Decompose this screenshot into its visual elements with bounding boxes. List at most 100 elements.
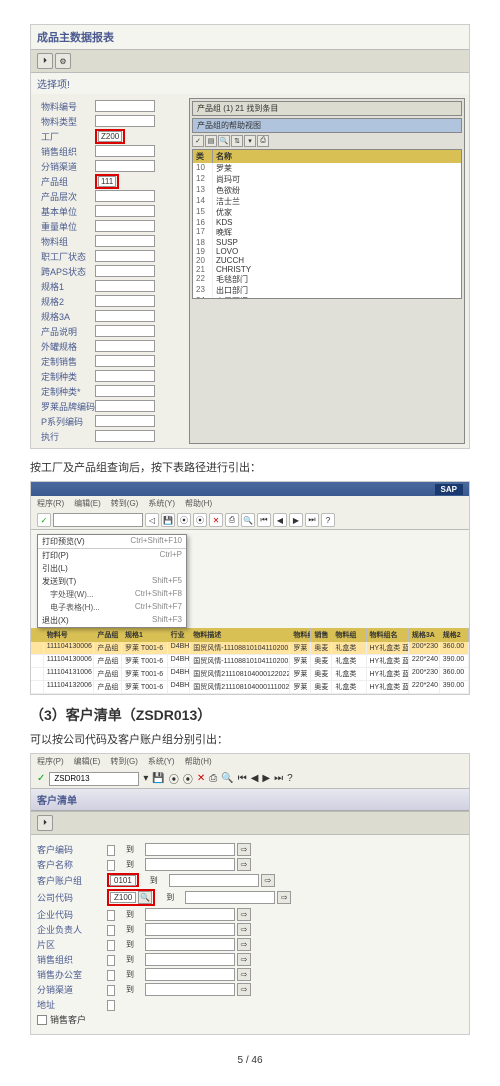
multiple-selection-icon[interactable]: ⇨	[237, 858, 251, 871]
field-input[interactable]	[95, 310, 155, 322]
multiple-selection-icon[interactable]: ⇨	[237, 923, 251, 936]
print-icon[interactable]: ⎙	[225, 513, 239, 527]
field-input[interactable]	[107, 985, 115, 996]
field-input-high[interactable]	[145, 843, 235, 856]
checkbox[interactable]	[37, 1015, 47, 1025]
field-input[interactable]	[107, 955, 115, 966]
field-input[interactable]	[95, 220, 155, 232]
grid-col-header[interactable]: 物料号	[44, 628, 95, 642]
cancel-icon[interactable]: ✕	[209, 513, 223, 527]
grid-row[interactable]: 111104130006产品组罗莱 T001-6D4BH国贸风情-1110881…	[31, 642, 469, 655]
field-input-high[interactable]	[145, 968, 235, 981]
dropdown-icon[interactable]: ▾	[143, 773, 148, 784]
popup-row[interactable]: 21CHRISTY	[193, 265, 461, 274]
grid-col-header[interactable]: 规格3A	[409, 628, 440, 642]
grid-col-header[interactable]: 物料组	[290, 628, 311, 642]
grid-col-header[interactable]: 规格1	[122, 628, 168, 642]
popup-row[interactable]: 20ZUCCH	[193, 256, 461, 265]
grid-col-header[interactable]: 物料组名	[367, 628, 409, 642]
next-icon[interactable]: ▶	[262, 773, 270, 784]
field-input[interactable]	[95, 355, 155, 367]
multiple-selection-icon[interactable]: ⇨	[261, 874, 275, 887]
filter-icon[interactable]: ▤	[205, 135, 217, 147]
field-input[interactable]: 0101	[110, 875, 136, 886]
field-input-high[interactable]	[145, 858, 235, 871]
grid-col-header[interactable]	[31, 628, 44, 642]
field-input[interactable]	[95, 400, 155, 412]
check-icon[interactable]: ✓	[192, 135, 204, 147]
grid-row[interactable]: 111104130006产品组罗莱 T001-6D4BH国贸风情-1110881…	[31, 655, 469, 668]
prev-icon[interactable]: ◀	[273, 513, 287, 527]
field-input[interactable]	[95, 160, 155, 172]
field-input-high[interactable]	[145, 938, 235, 951]
field-input-high[interactable]	[145, 983, 235, 996]
field-input[interactable]	[107, 910, 115, 921]
ok-icon[interactable]: ✓	[37, 773, 45, 784]
field-input[interactable]	[95, 385, 155, 397]
menu-item[interactable]: 系统(Y)	[148, 498, 175, 509]
field-input[interactable]	[107, 970, 115, 981]
field-input[interactable]	[95, 205, 155, 217]
field-input[interactable]	[95, 340, 155, 352]
popup-tab[interactable]: 产品组的帮助视图	[192, 118, 462, 133]
help-icon[interactable]: ?	[287, 773, 293, 784]
last-icon[interactable]: ⏭	[305, 513, 319, 527]
field-input[interactable]	[95, 115, 155, 127]
field-input[interactable]	[107, 845, 115, 856]
field-input-high[interactable]	[169, 874, 259, 887]
menu-dropdown-item[interactable]: 打印预览(V)Ctrl+Shift+F10	[38, 535, 186, 549]
field-input-high[interactable]	[145, 908, 235, 921]
menu-dropdown-item[interactable]: 发送到(T)Shift+F5	[38, 575, 186, 588]
grid-col-header[interactable]: 物料描述	[190, 628, 290, 642]
ok-icon[interactable]: ✓	[37, 513, 51, 527]
field-input[interactable]	[107, 1000, 115, 1011]
field-input[interactable]	[95, 295, 155, 307]
tcode-input[interactable]	[53, 513, 143, 527]
field-input[interactable]	[95, 325, 155, 337]
cancel-icon[interactable]: ✕	[197, 773, 205, 784]
menu-item[interactable]: 编辑(E)	[74, 756, 101, 767]
execute-icon[interactable]: ⏵	[37, 53, 53, 69]
multiple-selection-icon[interactable]: ⇨	[237, 983, 251, 996]
field-input[interactable]	[95, 370, 155, 382]
back-icon[interactable]: ◁	[145, 513, 159, 527]
menu-item[interactable]: 程序(P)	[37, 756, 64, 767]
menu-item[interactable]: 转到(G)	[111, 498, 139, 509]
first-icon[interactable]: ⏮	[238, 773, 247, 784]
menu-item[interactable]: 帮助(H)	[185, 756, 212, 767]
multiple-selection-icon[interactable]: ⇨	[237, 843, 251, 856]
field-input[interactable]	[95, 415, 155, 427]
tcode-input[interactable]	[49, 772, 139, 786]
field-input[interactable]	[107, 940, 115, 951]
popup-row[interactable]: 13色欲纷	[193, 185, 461, 196]
multiple-selection-icon[interactable]: ⇨	[237, 953, 251, 966]
popup-row[interactable]: 17晚辉	[193, 227, 461, 238]
field-input[interactable]	[107, 860, 115, 871]
field-input[interactable]	[107, 925, 115, 936]
grid-col-header[interactable]: 规格2	[440, 628, 469, 642]
menu-item[interactable]: 帮助(H)	[185, 498, 212, 509]
menu-dropdown-subitem[interactable]: 电子表格(H)...Ctrl+Shift+F7	[38, 601, 186, 614]
menu-dropdown-item[interactable]: 退出(X)Shift+F3	[38, 614, 186, 627]
grid-col-header[interactable]: 行业	[168, 628, 191, 642]
multiple-selection-icon[interactable]: ⇨	[277, 891, 291, 904]
menu-item[interactable]: 系统(Y)	[148, 756, 175, 767]
help-icon[interactable]: ?	[321, 513, 335, 527]
field-input[interactable]	[95, 235, 155, 247]
grid-col-header[interactable]: 物料组	[332, 628, 366, 642]
nav-up-icon[interactable]: ⦿	[193, 513, 207, 527]
field-input-high[interactable]	[185, 891, 275, 904]
popup-row[interactable]: 23出口部门	[193, 285, 461, 296]
print-icon[interactable]: ⎙	[257, 135, 269, 147]
field-input[interactable]	[95, 280, 155, 292]
field-input[interactable]	[95, 145, 155, 157]
field-input[interactable]	[95, 190, 155, 202]
menu-dropdown-subitem[interactable]: 字处理(W)...Ctrl+Shift+F8	[38, 588, 186, 601]
multiple-selection-icon[interactable]: ⇨	[237, 968, 251, 981]
field-input[interactable]	[95, 100, 155, 112]
field-input-high[interactable]	[145, 923, 235, 936]
field-input[interactable]	[95, 430, 155, 442]
grid-row[interactable]: 111104131006产品组罗莱 T001-6D4BH国贸风情21110810…	[31, 668, 469, 681]
field-input[interactable]: 111	[98, 176, 116, 187]
field-input[interactable]: Z200	[98, 131, 122, 142]
